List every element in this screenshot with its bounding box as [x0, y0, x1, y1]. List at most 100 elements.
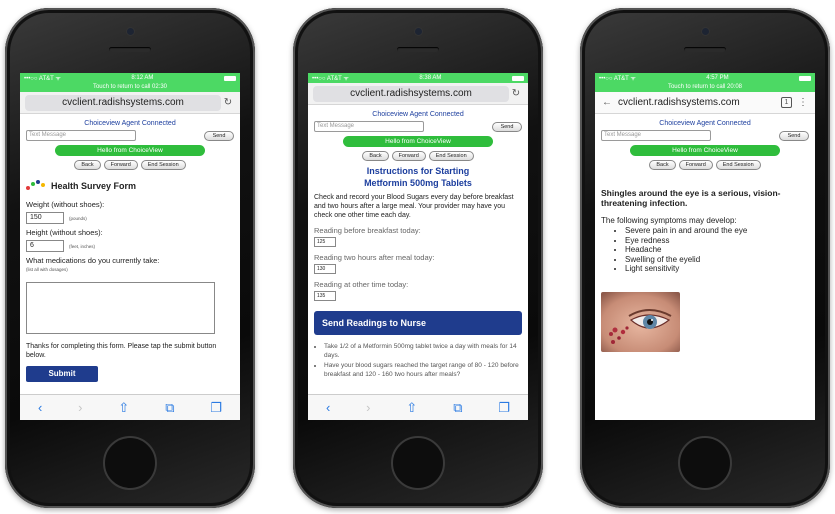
list-item: Eye redness — [625, 236, 809, 246]
bookmarks-icon[interactable]: ⧉ — [165, 400, 174, 416]
return-to-call-banner[interactable]: Touch to return to call 02:30 — [20, 83, 240, 92]
choiceview-header: Choiceview Agent Connected Text Message … — [20, 114, 240, 170]
send-button[interactable]: Send — [204, 130, 234, 141]
shingles-headline: Shingles around the eye is a serious, vi… — [601, 188, 781, 208]
share-icon[interactable]: ⇧ — [118, 400, 129, 416]
status-bar: •••○○ AT&T ᯤ 8:38 AM — [308, 73, 528, 83]
back-chevron-icon[interactable]: ‹ — [326, 400, 330, 415]
instructions-paragraph: Check and record your Blood Sugars every… — [314, 194, 514, 219]
medications-label: What medications do you currently take: — [26, 256, 160, 265]
home-button[interactable] — [391, 436, 445, 490]
end-session-button[interactable]: End Session — [140, 160, 186, 170]
screen: •••○○ AT&T ᯤ 4:57 PM Touch to return to … — [595, 73, 815, 420]
back-button[interactable]: Back — [649, 160, 676, 170]
status-bar: •••○○ AT&T ᯤ 8:12 AM — [20, 73, 240, 83]
instructions-title-line2: Metformin 500mg Tablets — [364, 178, 472, 188]
list-item: Take 1/2 of a Metformin 500mg tablet twi… — [324, 343, 522, 360]
message-row: Text Message Send — [312, 121, 524, 132]
send-readings-button[interactable]: Send Readings to Nurse — [314, 311, 522, 335]
instructions-title-line1: Instructions for Starting — [366, 166, 470, 176]
symptoms-intro: The following symptoms may develop: — [601, 216, 737, 225]
url-field[interactable]: cvclient.radishsystems.com — [614, 95, 781, 111]
carrier-label: •••○○ AT&T ᯤ — [312, 76, 349, 82]
home-button[interactable] — [678, 436, 732, 490]
submit-button[interactable]: Submit — [26, 366, 98, 382]
send-button[interactable]: Send — [779, 130, 809, 141]
back-button[interactable]: Back — [362, 151, 389, 161]
tabs-icon[interactable]: ❐ — [210, 400, 222, 416]
front-camera — [127, 28, 134, 35]
weight-field-row: 150 (pounds) — [26, 212, 234, 224]
message-row: Text Message Send — [24, 130, 236, 141]
agent-status: Choiceview Agent Connected — [84, 120, 176, 127]
carrier-label: •••○○ AT&T ᯤ — [24, 76, 61, 82]
height-input[interactable]: 6 — [26, 240, 64, 252]
text-message-input[interactable]: Text Message — [601, 130, 711, 141]
reload-icon[interactable]: ↻ — [221, 97, 235, 108]
reading-after-meal-input[interactable]: 130 — [314, 264, 336, 274]
share-icon[interactable]: ⇧ — [406, 400, 417, 416]
list-item: Swelling of the eyelid — [625, 255, 809, 265]
battery-icon — [223, 75, 236, 81]
forward-chevron-icon[interactable]: › — [366, 400, 370, 415]
list-item: Severe pain in and around the eye — [625, 226, 809, 236]
url-field[interactable]: cvclient.radishsystems.com — [313, 85, 509, 102]
time-label: 8:38 AM — [419, 75, 442, 81]
battery-icon — [511, 75, 524, 81]
form-heading: Health Survey Form — [26, 180, 234, 192]
hello-banner: Hello from ChoiceView — [55, 145, 205, 156]
text-message-input[interactable]: Text Message — [314, 121, 424, 132]
height-label: Height (without shoes): — [26, 228, 103, 237]
end-session-button[interactable]: End Session — [715, 160, 761, 170]
address-bar[interactable]: ← cvclient.radishsystems.com 1 ⋮ — [595, 92, 815, 114]
forward-chevron-icon[interactable]: › — [78, 400, 82, 415]
end-session-button[interactable]: End Session — [428, 151, 474, 161]
forward-button[interactable]: Forward — [103, 160, 138, 170]
time-label: 4:57 PM — [706, 75, 729, 81]
back-button[interactable]: Back — [74, 160, 101, 170]
metformin-instructions: Instructions for Starting Metformin 500m… — [308, 161, 528, 379]
reload-icon[interactable]: ↻ — [509, 88, 523, 99]
earpiece-speaker — [109, 47, 151, 52]
weight-input[interactable]: 150 — [26, 212, 64, 224]
scene: •••○○ AT&T ᯤ 8:12 AM Touch to return to … — [0, 0, 835, 514]
thanks-text: Thanks for completing this form. Please … — [26, 343, 217, 359]
radish-logo-icon — [26, 180, 46, 192]
instructions-list: Take 1/2 of a Metformin 500mg tablet twi… — [314, 343, 522, 379]
choiceview-header: Choiceview Agent Connected Text Message … — [308, 105, 528, 161]
list-item: Have your blood sugars reached the targe… — [324, 362, 522, 379]
back-arrow-icon[interactable]: ← — [600, 97, 614, 108]
reading-after-meal-label: Reading two hours after meal today: — [314, 253, 435, 262]
url-field[interactable]: cvclient.radishsystems.com — [25, 94, 221, 111]
medications-textarea[interactable] — [26, 282, 215, 334]
reading-before-breakfast-label: Reading before breakfast today: — [314, 226, 421, 235]
send-button[interactable]: Send — [492, 121, 522, 132]
reading-before-breakfast-input[interactable]: 125 — [314, 237, 336, 247]
overflow-menu-icon[interactable]: ⋮ — [796, 97, 810, 108]
carrier-label: •••○○ AT&T ᯤ — [599, 76, 636, 82]
address-bar[interactable]: cvclient.radishsystems.com ↻ — [20, 92, 240, 114]
text-message-input[interactable]: Text Message — [26, 130, 136, 141]
battery-icon — [798, 75, 811, 81]
tabs-icon[interactable]: ❐ — [498, 400, 510, 416]
browser-toolbar: ‹ › ⇧ ⧉ ❐ — [20, 394, 240, 420]
screen: •••○○ AT&T ᯤ 8:38 AM cvclient.radishsyst… — [308, 73, 528, 420]
phone-shingles-info: •••○○ AT&T ᯤ 4:57 PM Touch to return to … — [580, 8, 830, 508]
agent-status: Choiceview Agent Connected — [372, 111, 464, 118]
session-nav: Back Forward End Session — [599, 160, 811, 170]
front-camera — [702, 28, 709, 35]
weight-unit: (pounds) — [69, 215, 87, 221]
forward-button[interactable]: Forward — [678, 160, 713, 170]
address-bar[interactable]: cvclient.radishsystems.com ↻ — [308, 83, 528, 105]
home-button[interactable] — [103, 436, 157, 490]
reading-other-time-input[interactable]: 135 — [314, 291, 336, 301]
tab-count-icon[interactable]: 1 — [781, 97, 792, 108]
time-label: 8:12 AM — [131, 75, 154, 81]
bookmarks-icon[interactable]: ⧉ — [453, 400, 462, 416]
weight-label: Weight (without shoes): — [26, 200, 105, 209]
forward-button[interactable]: Forward — [391, 151, 426, 161]
screen: •••○○ AT&T ᯤ 8:12 AM Touch to return to … — [20, 73, 240, 420]
return-to-call-banner[interactable]: Touch to return to call 20:08 — [595, 83, 815, 92]
back-chevron-icon[interactable]: ‹ — [38, 400, 42, 415]
earpiece-speaker — [684, 47, 726, 52]
